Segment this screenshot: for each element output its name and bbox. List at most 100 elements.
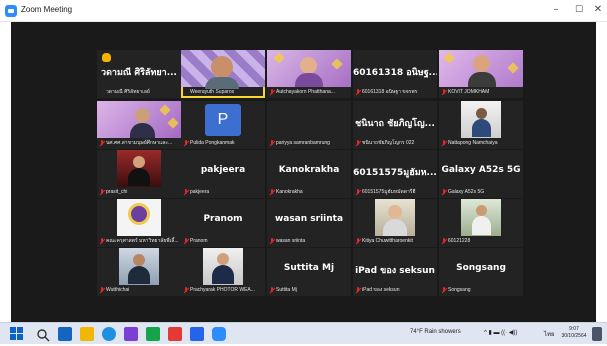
system-tray-icons[interactable]: ^ ▮ ▬ ((· ◀)) <box>484 329 517 336</box>
participant-display-name: wasan sriinta <box>274 214 344 224</box>
word-app-icon[interactable] <box>190 327 204 341</box>
participant-body <box>468 72 496 87</box>
edge-browser-icon[interactable] <box>102 327 116 341</box>
participant-display-name: Suttita Mj <box>283 263 335 273</box>
window-title: Zoom Meeting <box>21 5 73 14</box>
participant-tile[interactable]: pakjeera pakjeera <box>181 150 265 198</box>
participant-tile[interactable]: Nattapong Namchaiya <box>439 101 523 149</box>
participant-name: 60161318 อนิษฐา ขจรพร <box>362 89 418 95</box>
windows-start-icon[interactable] <box>10 327 24 341</box>
participant-name: KOVIT JOMKHAM <box>448 89 490 95</box>
participant-name: prasit_chi <box>106 189 128 195</box>
participant-face <box>476 205 487 216</box>
clock[interactable]: 9:07 30/10/2564 <box>559 326 589 340</box>
participant-name: iPad ของ seksun <box>362 287 400 293</box>
participant-face <box>211 56 233 78</box>
participant-name: นศ.ศศ.สาขามนุษย์ศึกษาและ... <box>106 140 173 146</box>
participant-body <box>295 73 323 87</box>
file-explorer-icon[interactable] <box>80 327 94 341</box>
search-icon[interactable] <box>36 327 50 342</box>
weather-widget[interactable]: 74°F Rain showers <box>410 329 461 335</box>
participant-body <box>383 219 407 236</box>
participant-tile[interactable]: คณะครุศาสตร์ มหาวิทยาลัยพี่เลี้... <box>97 199 181 247</box>
participant-tile[interactable]: วดามณี ศิริลัทยา... วดามณี ศิริลัทยาเลย์ <box>97 50 181 98</box>
participant-tile[interactable]: Suttita Mj Suttita Mj <box>267 248 351 296</box>
university-seal-icon <box>128 203 150 225</box>
close-button[interactable]: ✕ <box>586 2 607 18</box>
participant-face <box>133 156 145 168</box>
participant-face <box>217 253 229 265</box>
participant-tile[interactable]: pariyya samranbamrung <box>267 101 351 149</box>
participant-body <box>472 119 491 137</box>
participant-name: Galaxy A52s 5G <box>448 189 485 195</box>
participant-face <box>300 57 317 74</box>
zoom-meeting-window: Zoom Meeting – ☐ ✕ วดามณี ศิริลัทยา... ว… <box>0 0 607 344</box>
participant-name: wasan sriinta <box>276 238 306 244</box>
line-app-icon[interactable] <box>146 327 160 341</box>
participant-tile[interactable]: Kitiya Chuwittharoenkit <box>353 199 437 247</box>
participant-tile[interactable]: Songsang Songsang <box>439 248 523 296</box>
store-app-icon[interactable] <box>124 327 138 341</box>
participant-name: Kanokrakha <box>276 189 303 195</box>
participant-body <box>472 216 491 235</box>
participant-tile[interactable]: Prachyarak PHOTOR WEA... <box>181 248 265 296</box>
participant-face <box>473 55 490 72</box>
participant-face <box>135 108 150 123</box>
participant-name: 60121228 <box>448 238 471 244</box>
participant-name: Pranom <box>190 238 208 244</box>
participant-tile[interactable]: iPad ของ seksun iPad ของ seksun <box>353 248 437 296</box>
raised-hand-icon <box>102 53 111 62</box>
participant-face <box>476 108 487 119</box>
participant-name: Pulida Pongkanmak <box>190 140 235 146</box>
participant-display-name: Songsang <box>456 263 506 273</box>
zoom-app-icon <box>5 5 17 17</box>
zoom-taskbar-icon[interactable] <box>212 327 226 341</box>
participant-name: Songsang <box>448 287 471 293</box>
notification-icon[interactable] <box>592 327 602 341</box>
participant-tile[interactable]: Wutthichai <box>97 248 181 296</box>
participant-tile[interactable]: Galaxy A52s 5G Galaxy A52s 5G <box>439 150 523 198</box>
participant-display-name: วดามณี ศิริลัทยา... <box>101 68 177 78</box>
participant-tile[interactable]: ชนินาถ ชัยภิญโญ... ชนินาถชัยภิญโญกร 022 <box>353 101 437 149</box>
participant-tile[interactable]: นศ.ศศ.สาขามนุษย์ศึกษาและ... <box>97 101 181 149</box>
participant-body <box>212 265 234 284</box>
participant-face <box>133 254 145 266</box>
participant-tile[interactable]: Kanokrakha Kanokrakha <box>267 150 351 198</box>
participant-body <box>128 266 150 284</box>
media-app-icon[interactable] <box>168 327 182 341</box>
minimize-button[interactable]: – <box>544 2 568 18</box>
participant-tile[interactable]: Autchayakorn Phatthana... <box>267 50 351 98</box>
task-view-icon[interactable] <box>58 327 72 341</box>
participant-tile[interactable]: 60151575มูฮัมห... 60151575มูฮัมหมัดดารีฮ… <box>353 150 437 198</box>
clock-date: 30/10/2564 <box>561 333 587 339</box>
windows-taskbar: 74°F Rain showers ^ ▮ ▬ ((· ◀)) ไทย 9:07… <box>0 322 607 344</box>
title-bar: Zoom Meeting – ☐ ✕ <box>0 0 607 22</box>
participant-name: Suttita Mj <box>276 287 297 293</box>
participant-face <box>388 205 402 219</box>
participant-name: 60151575มูฮัมหมัดดารีฮี <box>362 189 416 195</box>
participant-display-name: Pranom <box>203 214 243 224</box>
participant-name: Kitiya Chuwittharoenkit <box>362 238 413 244</box>
participant-tile[interactable]: 60121228 <box>439 199 523 247</box>
participant-name: Nattapong Namchaiya <box>448 140 498 146</box>
participant-display-name: 60161318 อนิษฐ... <box>353 68 437 78</box>
participant-name: Prachyarak PHOTOR WEA... <box>190 287 255 293</box>
participant-name: ชนินาถชัยภิญโญกร 022 <box>362 140 415 146</box>
participant-tile[interactable]: Pranom Pranom <box>181 199 265 247</box>
participant-display-name: Kanokrakha <box>278 165 340 175</box>
language-indicator[interactable]: ไทย <box>544 329 555 339</box>
participant-tile[interactable]: 60161318 อนิษฐ... 60161318 อนิษฐา ขจรพร <box>353 50 437 98</box>
participant-tile-active-speaker[interactable]: Weerayuth Suparos <box>181 50 265 98</box>
participant-display-name: ชนินาถ ชัยภิญโญ... <box>355 119 435 129</box>
participant-name: Weerayuth Suparos <box>190 89 235 95</box>
participant-tile[interactable]: prasit_chi <box>97 150 181 198</box>
participant-display-name: iPad ของ seksun <box>355 266 435 276</box>
participant-name: คณะครุศาสตร์ มหาวิทยาลัยพี่เลี้... <box>106 238 179 244</box>
participant-display-name: Galaxy A52s 5G <box>441 165 521 175</box>
participant-tile[interactable]: wasan sriinta wasan sriinta <box>267 199 351 247</box>
gallery-view: วดามณี ศิริลัทยา... วดามณี ศิริลัทยาเลย์… <box>11 22 596 322</box>
participant-tile[interactable]: KOVIT JOMKHAM <box>439 50 523 98</box>
participant-display-name: 60151575มูฮัมห... <box>353 168 437 178</box>
participant-avatar: P <box>205 104 241 136</box>
participant-tile[interactable]: P Pulida Pongkanmak <box>181 101 265 149</box>
